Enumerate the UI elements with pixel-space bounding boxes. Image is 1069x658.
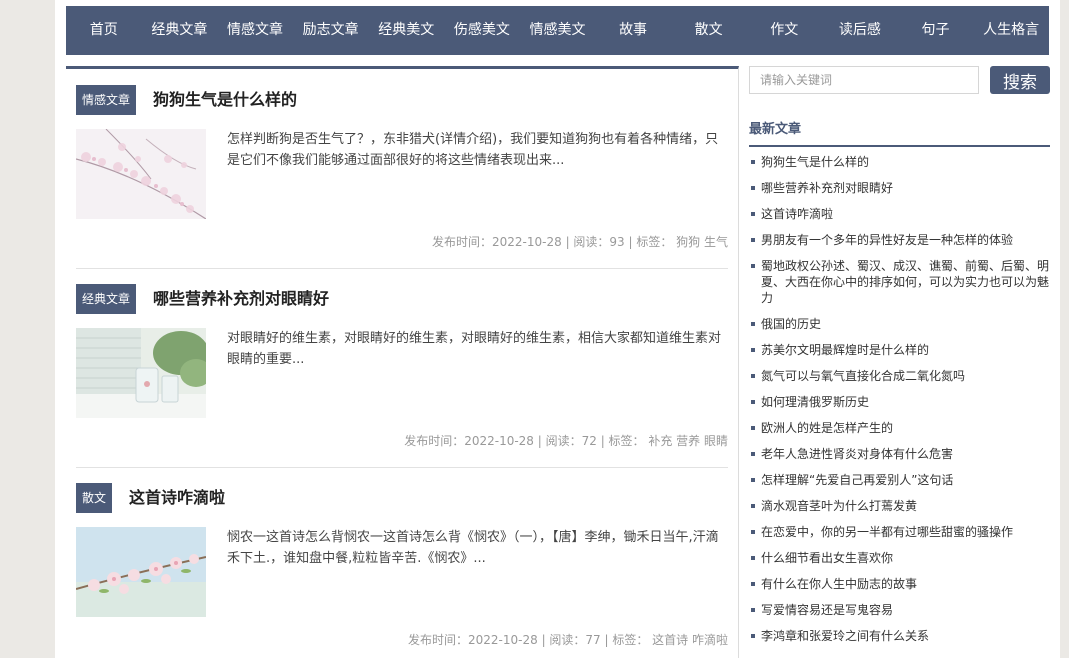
category-tag[interactable]: 情感文章 — [76, 85, 137, 115]
article-meta: 发布时间：2022-10-28 | 阅读：93 | 标签： 狗狗 生气 — [432, 235, 728, 249]
search-input[interactable] — [749, 66, 979, 94]
list-item[interactable]: 狗狗生气是什么样的 — [749, 154, 1050, 170]
nav-item-inspirational-articles[interactable]: 励志文章 — [293, 6, 369, 55]
latest-article-link[interactable]: 苏美尔文明最辉煌时是什么样的 — [761, 343, 929, 357]
category-tag[interactable]: 经典文章 — [76, 284, 137, 314]
latest-article-link[interactable]: 哪些营养补充剂对眼睛好 — [761, 181, 893, 195]
list-item[interactable]: 苏美尔文明最辉煌时是什么样的 — [749, 342, 1050, 358]
article-title[interactable]: 这首诗咋滴啦 — [129, 483, 225, 513]
article-excerpt: 对眼睛好的维生素，对眼睛好的维生素，对眼睛好的维生素，相信大家都知道维生素对眼睛… — [227, 331, 722, 367]
article-list: 情感文章 狗狗生气是什么样的 怎样判断狗是否生气了？，东非猎犬(详情介绍)，我们… — [66, 66, 739, 658]
nav-item-emotion-articles[interactable]: 情感文章 — [217, 6, 293, 55]
latest-article-link[interactable]: 如何理清俄罗斯历史 — [761, 395, 869, 409]
nav-item-essays[interactable]: 散文 — [671, 6, 747, 55]
bullet-icon — [751, 348, 755, 352]
list-item[interactable]: 老年人急进性肾炎对身体有什么危害 — [749, 446, 1050, 462]
bullet-icon — [751, 212, 755, 216]
latest-article-link[interactable]: 在恋爱中，你的另一半都有过哪些甜蜜的骚操作 — [761, 525, 1013, 539]
bullet-icon — [751, 478, 755, 482]
search-button[interactable]: 搜索 — [990, 66, 1050, 94]
bullet-icon — [751, 504, 755, 508]
article-thumbnail[interactable] — [76, 527, 206, 617]
nav-item-home[interactable]: 首页 — [66, 6, 142, 55]
bullet-icon — [751, 400, 755, 404]
nav-item-sentences[interactable]: 句子 — [898, 6, 974, 55]
latest-article-link[interactable]: 有什么在你人生中励志的故事 — [761, 577, 917, 591]
latest-article-link[interactable]: 怎样理解“先爱自己再爱别人”这句话 — [761, 473, 953, 487]
article-divider — [76, 268, 728, 269]
bullet-icon — [751, 264, 755, 268]
bullet-icon — [751, 186, 755, 190]
list-item[interactable]: 蜀地政权公孙述、蜀汉、成汉、谯蜀、前蜀、后蜀、明夏、大西在你心中的排序如何，可以… — [749, 258, 1050, 306]
article-thumbnail[interactable] — [76, 129, 206, 219]
list-item[interactable]: 如何理清俄罗斯历史 — [749, 394, 1050, 410]
list-item[interactable]: 什么细节看出女生喜欢你 — [749, 550, 1050, 566]
article-title[interactable]: 狗狗生气是什么样的 — [153, 85, 297, 115]
latest-article-link[interactable]: 狗狗生气是什么样的 — [761, 155, 869, 169]
latest-articles-heading: 最新文章 — [749, 118, 1050, 147]
bullet-icon — [751, 374, 755, 378]
bullet-icon — [751, 238, 755, 242]
article-meta: 发布时间：2022-10-28 | 阅读：72 | 标签： 补充 营养 眼睛 — [404, 434, 728, 448]
list-item[interactable]: 男朋友有一个多年的异性好友是一种怎样的体验 — [749, 232, 1050, 248]
article-item: 经典文章 哪些营养补充剂对眼睛好 对眼睛好的维生素，对眼睛好的维生素，对眼睛好的… — [76, 284, 728, 454]
list-item[interactable]: 滴水观音茎叶为什么打蔫发黄 — [749, 498, 1050, 514]
main-nav: 首页 经典文章 情感文章 励志文章 经典美文 伤感美文 情感美文 故事 散文 作… — [66, 6, 1049, 55]
list-item[interactable]: 怎样理解“先爱自己再爱别人”这句话 — [749, 472, 1050, 488]
page-container: 首页 经典文章 情感文章 励志文章 经典美文 伤感美文 情感美文 故事 散文 作… — [55, 0, 1060, 658]
list-item[interactable]: 氮气可以与氧气直接化合成二氧化氮吗 — [749, 368, 1050, 384]
list-item[interactable]: 俄国的历史 — [749, 316, 1050, 332]
nav-item-sad-prose[interactable]: 伤感美文 — [444, 6, 520, 55]
latest-article-link[interactable]: 男朋友有一个多年的异性好友是一种怎样的体验 — [761, 233, 1013, 247]
bullet-icon — [751, 634, 755, 638]
bullet-icon — [751, 556, 755, 560]
nav-item-mottos[interactable]: 人生格言 — [973, 6, 1049, 55]
list-item[interactable]: 哪些营养补充剂对眼睛好 — [749, 180, 1050, 196]
list-item[interactable]: 在恋爱中，你的另一半都有过哪些甜蜜的骚操作 — [749, 524, 1050, 540]
bullet-icon — [751, 426, 755, 430]
article-item: 情感文章 狗狗生气是什么样的 怎样判断狗是否生气了？，东非猎犬(详情介绍)，我们… — [76, 85, 728, 255]
bullet-icon — [751, 160, 755, 164]
nav-item-emotion-prose[interactable]: 情感美文 — [520, 6, 596, 55]
nav-item-compositions[interactable]: 作文 — [746, 6, 822, 55]
bullet-icon — [751, 608, 755, 612]
bullet-icon — [751, 452, 755, 456]
nav-item-stories[interactable]: 故事 — [595, 6, 671, 55]
list-item[interactable]: 李鸿章和张爱玲之间有什么关系 — [749, 628, 1050, 644]
nav-item-reviews[interactable]: 读后感 — [822, 6, 898, 55]
article-meta: 发布时间：2022-10-28 | 阅读：77 | 标签： 这首诗 咋滴啦 — [408, 633, 728, 647]
latest-article-link[interactable]: 欧洲人的姓是怎样产生的 — [761, 421, 893, 435]
nav-item-classic-prose[interactable]: 经典美文 — [368, 6, 444, 55]
article-excerpt: 怎样判断狗是否生气了？，东非猎犬(详情介绍)，我们要知道狗狗也有着各种情绪，只是… — [227, 132, 719, 168]
latest-article-link[interactable]: 什么细节看出女生喜欢你 — [761, 551, 893, 565]
latest-article-link[interactable]: 俄国的历史 — [761, 317, 821, 331]
list-item[interactable]: 写爱情容易还是写鬼容易 — [749, 602, 1050, 618]
category-tag[interactable]: 散文 — [76, 483, 113, 513]
latest-article-link[interactable]: 老年人急进性肾炎对身体有什么危害 — [761, 447, 953, 461]
latest-article-link[interactable]: 李鸿章和张爱玲之间有什么关系 — [761, 629, 929, 643]
list-item[interactable]: 欧洲人的姓是怎样产生的 — [749, 420, 1050, 436]
latest-articles-list: 狗狗生气是什么样的 哪些营养补充剂对眼睛好 这首诗咋滴啦 男朋友有一个多年的异性… — [749, 154, 1050, 654]
latest-article-link[interactable]: 氮气可以与氧气直接化合成二氧化氮吗 — [761, 369, 965, 383]
latest-article-link[interactable]: 写爱情容易还是写鬼容易 — [761, 603, 893, 617]
article-excerpt: 悯农一这首诗怎么背悯农一这首诗怎么背《悯农》（一），【唐】李绅，锄禾日当午,汗滴… — [227, 530, 719, 566]
article-item: 散文 这首诗咋滴啦 悯农一这首诗怎么背悯农一这首诗怎么背《悯农》（一），【唐】李… — [76, 483, 728, 653]
bullet-icon — [751, 530, 755, 534]
bullet-icon — [751, 582, 755, 586]
list-item[interactable]: 有什么在你人生中励志的故事 — [749, 576, 1050, 592]
list-item[interactable]: 这首诗咋滴啦 — [749, 206, 1050, 222]
article-title[interactable]: 哪些营养补充剂对眼睛好 — [153, 284, 329, 314]
nav-item-classic-articles[interactable]: 经典文章 — [142, 6, 218, 55]
bullet-icon — [751, 322, 755, 326]
sidebar: 搜索 最新文章 狗狗生气是什么样的 哪些营养补充剂对眼睛好 这首诗咋滴啦 男朋友… — [749, 66, 1050, 658]
article-divider — [76, 467, 728, 468]
latest-article-link[interactable]: 滴水观音茎叶为什么打蔫发黄 — [761, 499, 917, 513]
latest-article-link[interactable]: 这首诗咋滴啦 — [761, 207, 833, 221]
latest-article-link[interactable]: 蜀地政权公孙述、蜀汉、成汉、谯蜀、前蜀、后蜀、明夏、大西在你心中的排序如何，可以… — [761, 259, 1049, 305]
article-thumbnail[interactable] — [76, 328, 206, 418]
